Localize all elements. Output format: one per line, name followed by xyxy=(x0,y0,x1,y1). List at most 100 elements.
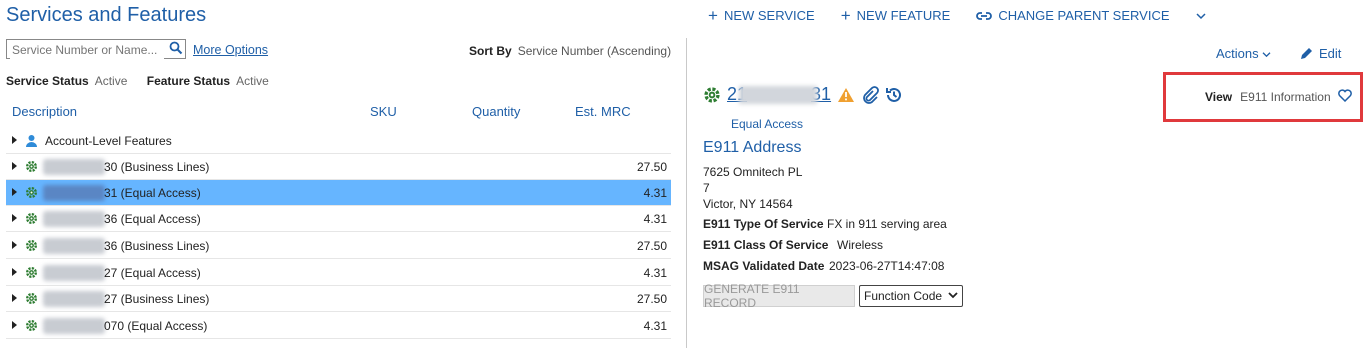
new-feature-button[interactable]: + NEW FEATURE xyxy=(841,7,951,24)
chevron-down-icon xyxy=(1262,52,1271,58)
gear-icon xyxy=(25,239,38,252)
address-line-1: 7625 Omnitech PL xyxy=(703,165,803,179)
pencil-icon xyxy=(1301,47,1312,59)
expand-icon[interactable] xyxy=(12,294,17,302)
status-filters: Service Status Active Feature Status Activ… xyxy=(6,74,285,88)
edit-button[interactable]: Edit xyxy=(1299,46,1341,61)
gear-icon xyxy=(25,292,38,305)
msag-validated-date: MSAG Validated Date 2023-06-27T14:47:08 xyxy=(703,259,944,273)
row-mrc: 27.50 xyxy=(636,160,667,174)
row-description: 36 (Equal Access) xyxy=(104,212,201,226)
e911-class-of-service: E911 Class Of Service Wireless xyxy=(703,238,883,252)
search-input[interactable] xyxy=(10,41,164,59)
redacted-number xyxy=(43,265,105,281)
person-icon xyxy=(26,135,37,147)
search-icon[interactable] xyxy=(169,41,183,55)
column-header-quantity[interactable]: Quantity xyxy=(472,104,520,119)
sort-by-value: Service Number (Ascending) xyxy=(517,44,672,58)
feature-status-label: Feature Status xyxy=(146,74,231,88)
field-label: E911 Class Of Service xyxy=(703,238,829,252)
row-mrc: 27.50 xyxy=(636,239,667,253)
function-code-select[interactable]: Function Code xyxy=(859,285,963,307)
new-service-label: NEW SERVICE xyxy=(723,8,815,23)
table-row[interactable]: 36 (Equal Access) 4.31 xyxy=(6,206,671,232)
table-row[interactable]: Account-Level Features xyxy=(6,128,671,154)
redacted-number xyxy=(43,211,105,227)
redacted-number xyxy=(43,159,105,175)
row-description: 30 (Business Lines) xyxy=(104,160,210,174)
more-options-link[interactable]: More Options xyxy=(193,43,268,57)
change-parent-service-label: CHANGE PARENT SERVICE xyxy=(998,8,1170,23)
expand-icon[interactable] xyxy=(12,241,17,249)
paperclip-icon[interactable] xyxy=(861,85,879,104)
edit-label: Edit xyxy=(1319,46,1342,61)
plus-icon: + xyxy=(708,6,718,25)
function-code-value: Function Code xyxy=(864,289,943,303)
search-box xyxy=(6,39,186,59)
table-row[interactable]: 30 (Business Lines) 27.50 xyxy=(6,154,671,180)
actions-label: Actions xyxy=(1216,46,1259,61)
top-toolbar: + NEW SERVICE + NEW FEATURE CHANGE PAREN… xyxy=(708,6,1206,25)
field-value: Wireless xyxy=(837,238,884,252)
redacted-number xyxy=(43,291,105,307)
column-header-description[interactable]: Description xyxy=(12,104,77,119)
row-description: 070 (Equal Access) xyxy=(104,319,208,333)
sort-by[interactable]: Sort By Service Number (Ascending) xyxy=(469,44,671,58)
change-parent-service-button[interactable]: CHANGE PARENT SERVICE xyxy=(976,8,1170,23)
history-icon[interactable] xyxy=(885,86,903,104)
service-status-value[interactable]: Active xyxy=(95,74,128,88)
table-row[interactable]: 27 (Business Lines) 27.50 xyxy=(6,286,671,312)
address-line-2: 7 xyxy=(703,181,710,195)
row-description: 27 (Equal Access) xyxy=(104,266,201,280)
column-header-sku[interactable]: SKU xyxy=(370,104,397,119)
field-value: 2023-06-27T14:47:08 xyxy=(829,259,945,273)
view-value: E911 Information xyxy=(1240,90,1331,104)
expand-icon[interactable] xyxy=(12,188,17,196)
feature-status-value[interactable]: Active xyxy=(236,74,269,88)
chevron-down-icon xyxy=(948,292,958,299)
heart-icon[interactable] xyxy=(1338,89,1352,102)
gear-icon xyxy=(25,319,38,332)
actions-menu[interactable]: Actions xyxy=(1216,46,1271,61)
warning-icon[interactable] xyxy=(837,87,855,103)
column-header-est-mrc[interactable]: Est. MRC xyxy=(575,104,631,119)
row-mrc: 27.50 xyxy=(636,292,667,306)
expand-icon[interactable] xyxy=(12,321,17,329)
field-label: MSAG Validated Date xyxy=(703,259,825,273)
table-row[interactable]: 27 (Equal Access) 4.31 xyxy=(6,260,671,286)
gear-icon xyxy=(25,186,38,199)
service-type: Equal Access xyxy=(731,117,804,131)
row-description: 36 (Business Lines) xyxy=(104,239,210,253)
table-row[interactable]: 070 (Equal Access) 4.31 xyxy=(6,313,671,339)
expand-icon[interactable] xyxy=(12,136,17,144)
expand-icon[interactable] xyxy=(12,268,17,276)
expand-icon[interactable] xyxy=(12,214,17,222)
gear-icon xyxy=(25,212,38,225)
gear-icon xyxy=(704,86,720,103)
table-row-selected[interactable]: 31 (Equal Access) 4.31 xyxy=(6,180,671,206)
row-description: 31 (Equal Access) xyxy=(104,186,201,200)
generate-e911-record-button[interactable]: GENERATE E911 RECORD xyxy=(703,282,855,310)
gear-icon xyxy=(25,160,38,173)
address-line-3: Victor, NY 14564 xyxy=(703,197,793,211)
view-label: View xyxy=(1205,90,1233,104)
view-selector[interactable]: View E911 Information xyxy=(1205,90,1331,104)
redacted-number xyxy=(739,86,817,104)
new-service-button[interactable]: + NEW SERVICE xyxy=(708,6,815,25)
service-number-link[interactable]: 21 31 xyxy=(727,84,831,105)
table-row[interactable]: 36 (Business Lines) 27.50 xyxy=(6,233,671,259)
row-description: 27 (Business Lines) xyxy=(104,292,210,306)
expand-icon[interactable] xyxy=(12,162,17,170)
row-mrc: 4.31 xyxy=(643,186,667,200)
more-menu-button[interactable] xyxy=(1196,12,1206,20)
chevron-down-icon xyxy=(1196,12,1206,19)
field-label: E911 Type Of Service xyxy=(703,217,824,231)
gear-icon xyxy=(25,266,38,279)
service-header: 21 31 xyxy=(703,84,903,105)
e911-type-of-service: E911 Type Of Service FX in 911 serving ar… xyxy=(703,217,947,231)
row-mrc: 4.31 xyxy=(643,266,667,280)
field-value: FX in 911 serving area xyxy=(827,217,947,231)
service-status-label: Service Status xyxy=(6,74,89,88)
new-feature-label: NEW FEATURE xyxy=(856,8,951,23)
sort-by-label: Sort By xyxy=(469,44,512,58)
